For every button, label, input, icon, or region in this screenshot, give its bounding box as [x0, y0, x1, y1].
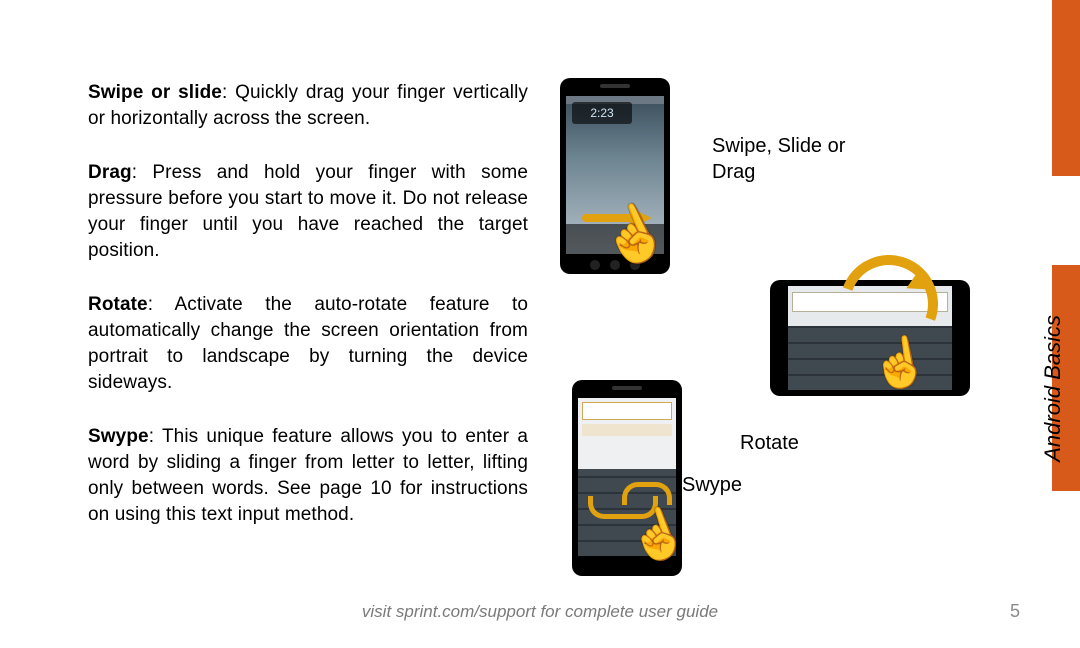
swype-path-icon [622, 482, 672, 505]
term-swype-label: Swype [88, 426, 149, 447]
hand-pointer-icon: ☝ [866, 335, 933, 393]
term-drag-text: : Press and hold your finger with some p… [88, 162, 528, 261]
term-swype-text: : This unique feature allows you to ente… [88, 426, 528, 525]
term-rotate-text: : Activate the auto-rotate feature to au… [88, 294, 528, 393]
caption-swipe: Swipe, Slide or Drag [712, 133, 882, 185]
caption-swype: Swype [682, 472, 782, 498]
section-title: Android Basics [1040, 315, 1066, 462]
term-rotate-label: Rotate [88, 294, 148, 315]
term-swipe-label: Swipe or slide [88, 82, 222, 103]
lockscreen-clock: 2:23 [572, 102, 632, 124]
term-drag-label: Drag [88, 162, 132, 183]
section-tab [1052, 0, 1080, 176]
footer-text: visit sprint.com/support for complete us… [0, 602, 1080, 622]
term-drag: Drag: Press and hold your finger with so… [88, 160, 528, 264]
term-swype: Swype: This unique feature allows you to… [88, 424, 528, 528]
caption-rotate: Rotate [740, 430, 860, 456]
page-number: 5 [1010, 601, 1020, 622]
term-swipe: Swipe or slide: Quickly drag your finger… [88, 80, 528, 132]
manual-page: Swipe or slide: Quickly drag your finger… [0, 0, 1080, 648]
term-rotate: Rotate: Activate the auto-rotate feature… [88, 292, 528, 396]
body-text-column: Swipe or slide: Quickly drag your finger… [88, 80, 528, 556]
